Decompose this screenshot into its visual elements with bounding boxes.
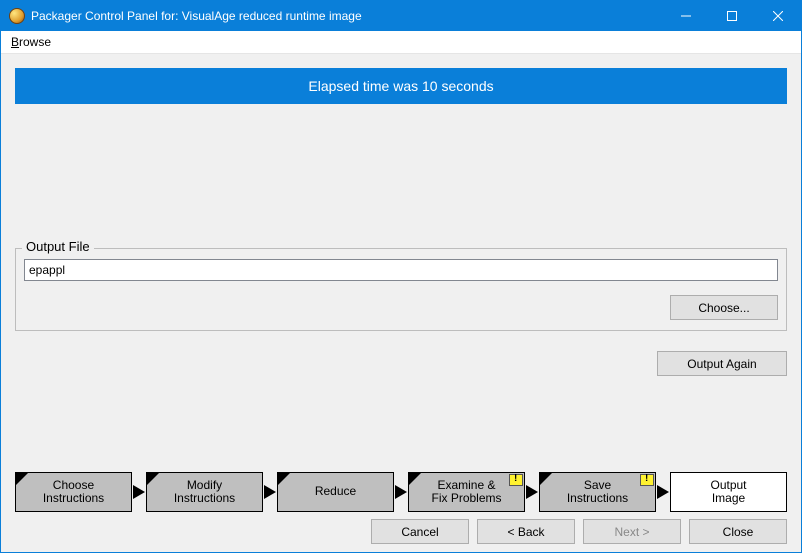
wizard-step[interactable]: Save Instructions <box>539 472 656 512</box>
wizard-step[interactable]: Choose Instructions <box>15 472 132 512</box>
dogear-icon <box>16 473 28 485</box>
step-arrow-icon <box>525 485 539 499</box>
warning-icon <box>509 474 523 486</box>
wizard-step-label: Choose Instructions <box>43 479 104 505</box>
wizard-step[interactable]: Reduce <box>277 472 394 512</box>
work-area: Elapsed time was 10 seconds Output File … <box>1 54 801 552</box>
next-button[interactable]: Next > <box>583 519 681 544</box>
wizard-step-label: Examine & Fix Problems <box>431 479 501 505</box>
wizard-step[interactable]: Output Image <box>670 472 787 512</box>
close-button[interactable]: Close <box>689 519 787 544</box>
wizard-strip: Choose Instructions Modify Instructions Re… <box>15 471 787 513</box>
choose-button[interactable]: Choose... <box>670 295 778 320</box>
wizard-step-label: Reduce <box>315 485 356 498</box>
warning-icon <box>640 474 654 486</box>
menu-browse-rest: rowse <box>19 35 51 49</box>
wizard-step-label: Save Instructions <box>567 479 628 505</box>
wizard-step[interactable]: Modify Instructions <box>146 472 263 512</box>
wizard-step[interactable]: Examine & Fix Problems <box>408 472 525 512</box>
dogear-icon <box>278 473 290 485</box>
status-banner: Elapsed time was 10 seconds <box>15 68 787 104</box>
step-arrow-icon <box>263 485 277 499</box>
wizard-step-label: Output Image <box>710 479 746 505</box>
output-file-legend: Output File <box>22 239 94 254</box>
dogear-icon <box>147 473 159 485</box>
wizard-step-label: Modify Instructions <box>174 479 235 505</box>
step-arrow-icon <box>394 485 408 499</box>
step-arrow-icon <box>656 485 670 499</box>
titlebar: Packager Control Panel for: VisualAge re… <box>1 1 801 31</box>
dogear-icon <box>540 473 552 485</box>
wizard-buttons: Cancel < Back Next > Close <box>15 519 787 544</box>
menubar: Browse <box>1 31 801 54</box>
output-file-group: Output File Choose... <box>15 248 787 331</box>
maximize-button[interactable] <box>709 1 755 31</box>
cancel-button[interactable]: Cancel <box>371 519 469 544</box>
window-title: Packager Control Panel for: VisualAge re… <box>31 9 663 23</box>
back-button[interactable]: < Back <box>477 519 575 544</box>
window-controls <box>663 1 801 31</box>
close-window-button[interactable] <box>755 1 801 31</box>
output-again-button[interactable]: Output Again <box>657 351 787 376</box>
step-arrow-icon <box>132 485 146 499</box>
output-file-input[interactable] <box>24 259 778 281</box>
dogear-icon <box>409 473 421 485</box>
minimize-button[interactable] <box>663 1 709 31</box>
app-icon <box>9 8 25 24</box>
menu-browse[interactable]: Browse <box>7 33 55 51</box>
